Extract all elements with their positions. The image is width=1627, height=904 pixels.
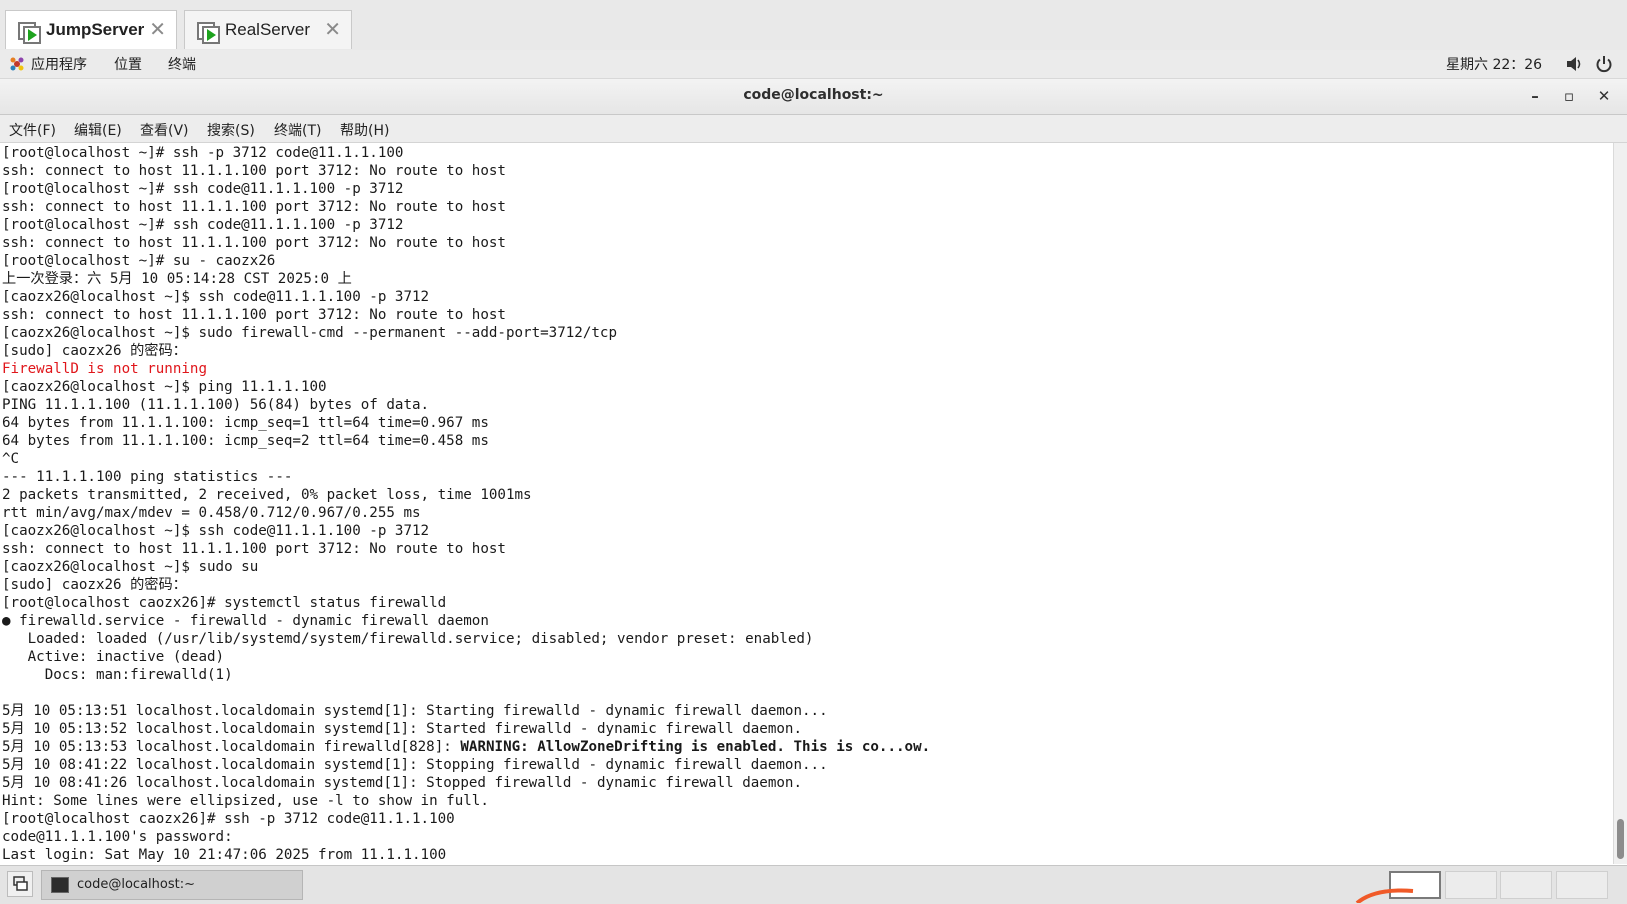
terminal-line: 5月 10 05:13:53 localhost.localdomain fir…	[2, 738, 930, 756]
terminal-line: ssh: connect to host 11.1.1.100 port 371…	[2, 199, 506, 215]
close-icon[interactable]: ✕	[324, 19, 341, 39]
workspace-4[interactable]	[1556, 871, 1608, 899]
power-icon[interactable]	[1595, 55, 1613, 73]
terminal-menubar: 文件(F) 编辑(E) 查看(V) 搜索(S) 终端(T) 帮助(H)	[0, 115, 1627, 143]
terminal-line: [sudo] caozx26 的密码：	[2, 343, 187, 359]
terminal-line: ^C	[2, 451, 20, 467]
terminal-line: Docs: man:firewalld(1)	[2, 667, 233, 683]
applications-icon	[10, 57, 24, 71]
terminal-line: [caozx26@localhost ~]$ ssh code@11.1.1.1…	[2, 523, 430, 539]
terminal-line: code@11.1.1.100's password:	[2, 829, 233, 845]
terminal-line: [root@localhost ~]# ssh -p 3712 code@11.…	[2, 145, 404, 161]
menu-help[interactable]: 帮助(H)	[340, 120, 389, 140]
annotation-mark	[1355, 888, 1414, 903]
terminal-line: [root@localhost caozx26]# ssh -p 3712 co…	[2, 811, 455, 827]
tab-label: RealServer	[225, 20, 311, 39]
terminal-warning-text: WARNING: AllowZoneDrifting is enabled. T…	[460, 739, 931, 755]
terminal-line: 5月 10 05:13:52 localhost.localdomain sys…	[2, 721, 803, 737]
terminal-line: [caozx26@localhost ~]$ sudo firewall-cmd…	[2, 325, 617, 341]
vm-tab-bar: JumpServer ✕ RealServer ✕	[0, 0, 1627, 51]
terminal-icon	[51, 877, 69, 893]
terminal-line: 2 packets transmitted, 2 received, 0% pa…	[2, 487, 532, 503]
terminal-line: ● firewalld.service - firewalld - dynami…	[2, 613, 489, 629]
terminal-line: 5月 10 05:13:51 localhost.localdomain sys…	[2, 703, 828, 719]
taskbar-terminal-item[interactable]: code@localhost:~	[41, 870, 303, 900]
terminal-line: ssh: connect to host 11.1.1.100 port 371…	[2, 163, 506, 179]
menu-terminal[interactable]: 终端(T)	[274, 120, 321, 140]
panel-applications-menu[interactable]: 应用程序	[31, 54, 87, 74]
terminal-line: [caozx26@localhost ~]$ ping 11.1.1.100	[2, 379, 327, 395]
show-desktop-button[interactable]	[7, 871, 33, 897]
terminal-line: Active: inactive (dead)	[2, 649, 225, 665]
terminal-line-prefix: 5月 10 05:13:53 localhost.localdomain fir…	[2, 739, 461, 755]
terminal-line: [root@localhost caozx26]# systemctl stat…	[2, 595, 447, 611]
terminal-line: rtt min/avg/max/mdev = 0.458/0.712/0.967…	[2, 505, 421, 521]
terminal-line: [caozx26@localhost ~]$ ssh code@11.1.1.1…	[2, 289, 430, 305]
terminal-line: ssh: connect to host 11.1.1.100 port 371…	[2, 307, 506, 323]
taskbar-item-label: code@localhost:~	[77, 877, 195, 892]
top-panel: 应用程序 位置 终端 星期六 22：26	[0, 50, 1627, 79]
vm-icon	[18, 19, 41, 44]
terminal-error-line: FirewallD is not running	[2, 361, 207, 377]
panel-clock[interactable]: 星期六 22：26	[1446, 54, 1542, 74]
terminal-line: --- 11.1.1.100 ping statistics ---	[2, 469, 293, 485]
terminal-scrollbar[interactable]	[1613, 143, 1627, 864]
close-icon[interactable]: ✕	[149, 19, 166, 39]
panel-places-menu[interactable]: 位置	[114, 54, 142, 74]
menu-file[interactable]: 文件(F)	[9, 120, 56, 140]
maximize-button[interactable]: ▫	[1558, 85, 1580, 107]
terminal-line: [root@localhost ~]# ssh code@11.1.1.100 …	[2, 217, 404, 233]
terminal-line: 64 bytes from 11.1.1.100: icmp_seq=1 ttl…	[2, 415, 489, 431]
terminal-line: 64 bytes from 11.1.1.100: icmp_seq=2 ttl…	[2, 433, 489, 449]
close-button[interactable]: ✕	[1593, 85, 1615, 107]
terminal-line: ssh: connect to host 11.1.1.100 port 371…	[2, 541, 506, 557]
tab-label: JumpServer	[46, 20, 145, 39]
terminal-line: [root@localhost ~]# ssh code@11.1.1.100 …	[2, 181, 404, 197]
terminal-line: Hint: Some lines were ellipsized, use -l…	[2, 793, 489, 809]
terminal-line: 上一次登录：六 5月 10 05:14:28 CST 2025:0 上	[2, 271, 352, 287]
workspace-3[interactable]	[1500, 871, 1552, 899]
menu-edit[interactable]: 编辑(E)	[74, 120, 122, 140]
menu-search[interactable]: 搜索(S)	[207, 120, 255, 140]
window-title: code@localhost:~	[743, 87, 884, 103]
window-list-icon	[13, 876, 28, 891]
panel-terminal-menu[interactable]: 终端	[168, 54, 196, 74]
terminal-line: ssh: connect to host 11.1.1.100 port 371…	[2, 235, 506, 251]
volume-icon[interactable]	[1565, 55, 1583, 73]
terminal-line: [sudo] caozx26 的密码：	[2, 577, 187, 593]
window-titlebar[interactable]: code@localhost:~ – ▫ ✕	[0, 79, 1627, 115]
terminal-line: PING 11.1.1.100 (11.1.1.100) 56(84) byte…	[2, 397, 430, 413]
terminal-line: 5月 10 08:41:26 localhost.localdomain sys…	[2, 775, 803, 791]
minimize-button[interactable]: –	[1524, 85, 1546, 107]
terminal-line: Loaded: loaded (/usr/lib/systemd/system/…	[2, 631, 814, 647]
terminal-line: [caozx26@localhost ~]$ sudo su	[2, 559, 259, 575]
terminal-line: 5月 10 08:41:22 localhost.localdomain sys…	[2, 757, 828, 773]
menu-view[interactable]: 查看(V)	[140, 120, 189, 140]
workspace-2[interactable]	[1445, 871, 1497, 899]
tab-realserver[interactable]: RealServer ✕	[184, 10, 352, 49]
terminal-line: [root@localhost ~]# su - caozx26	[2, 253, 276, 269]
scrollbar-thumb[interactable]	[1617, 819, 1624, 859]
vm-icon	[197, 19, 220, 44]
terminal-line: Last login: Sat May 10 21:47:06 2025 fro…	[2, 847, 447, 863]
tab-jumpserver[interactable]: JumpServer ✕	[5, 10, 177, 49]
terminal-output[interactable]: [root@localhost ~]# ssh -p 3712 code@11.…	[0, 143, 1613, 864]
